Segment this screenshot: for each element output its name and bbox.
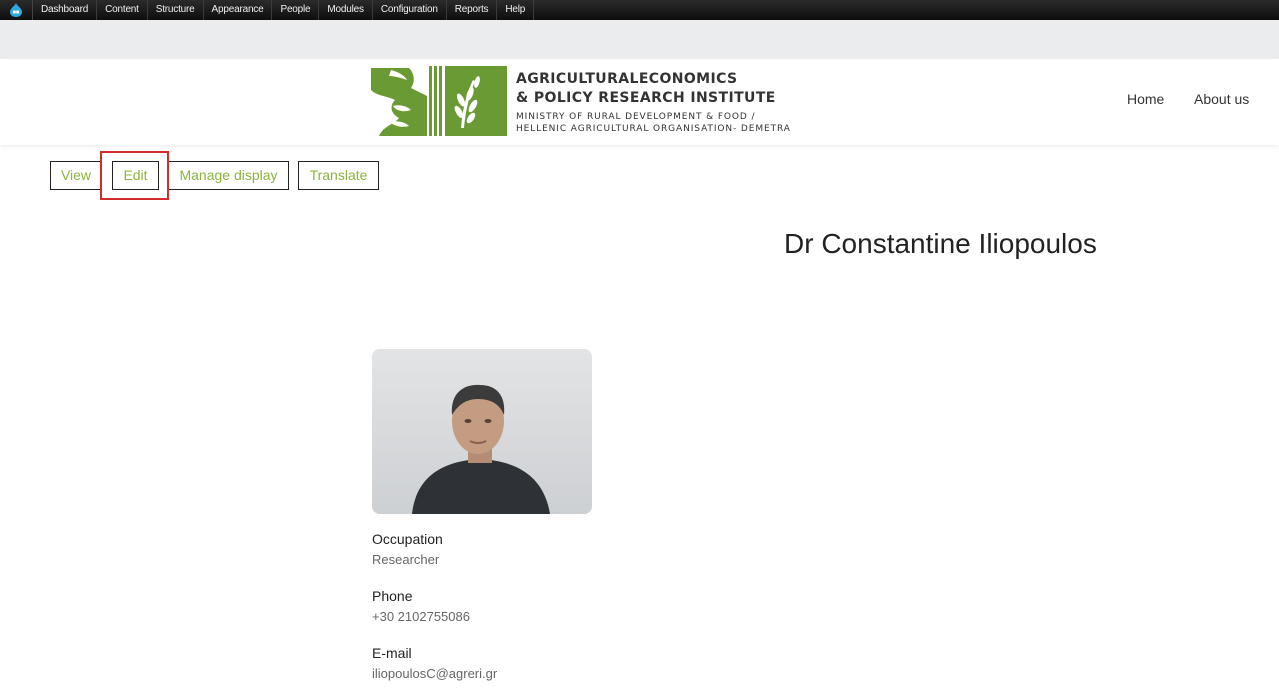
secondary-toolbar-band — [0, 20, 1279, 59]
drupal-home-icon[interactable] — [0, 0, 33, 20]
admin-menu-configuration[interactable]: Configuration — [373, 0, 447, 20]
admin-menu-people[interactable]: People — [272, 0, 320, 20]
admin-menu-dashboard[interactable]: Dashboard — [33, 0, 98, 20]
admin-menu-reports[interactable]: Reports — [447, 0, 498, 20]
institute-logo-text: AGRICULTURALECONOMICS & POLICY RESEARCH … — [516, 70, 791, 135]
tab-view[interactable]: View — [50, 161, 102, 190]
institute-logo[interactable] — [369, 66, 507, 136]
phone-label: Phone — [372, 588, 413, 604]
nav-home-link[interactable]: Home — [1127, 91, 1164, 107]
page-title: Dr Constantine Iliopoulos — [784, 228, 1097, 259]
admin-menu-content[interactable]: Content — [97, 0, 148, 20]
nav-about-link[interactable]: About us — [1194, 91, 1249, 107]
logo-title-line2: & POLICY RESEARCH INSTITUTE — [516, 90, 776, 106]
admin-menu-modules[interactable]: Modules — [319, 0, 373, 20]
tab-translate[interactable]: Translate — [298, 161, 379, 190]
logo-title-line1: AGRICULTURALECONOMICS — [516, 71, 738, 87]
profile-photo — [372, 349, 592, 514]
admin-menu-appearance[interactable]: Appearance — [204, 0, 273, 20]
admin-menu-help[interactable]: Help — [497, 0, 535, 20]
phone-value: +30 2102755086 — [372, 609, 470, 624]
tab-manage-display[interactable]: Manage display — [168, 161, 289, 190]
occupation-label: Occupation — [372, 531, 443, 547]
logo-subtitle-line2: HELLENIC AGRICULTURAL ORGANISATION- DEME… — [516, 124, 791, 134]
email-label: E-mail — [372, 645, 412, 661]
occupation-value: Researcher — [372, 552, 440, 567]
edit-tab-highlight — [100, 151, 169, 200]
admin-menu-structure[interactable]: Structure — [148, 0, 204, 20]
logo-subtitle-line1: MINISTRY OF RURAL DEVELOPMENT & FOOD / — [516, 112, 756, 122]
email-value[interactable]: iliopoulosC@agreri.gr — [372, 666, 497, 681]
site-header: AGRICULTURALECONOMICS & POLICY RESEARCH … — [0, 59, 1279, 145]
admin-toolbar: Dashboard Content Structure Appearance P… — [0, 0, 1279, 20]
